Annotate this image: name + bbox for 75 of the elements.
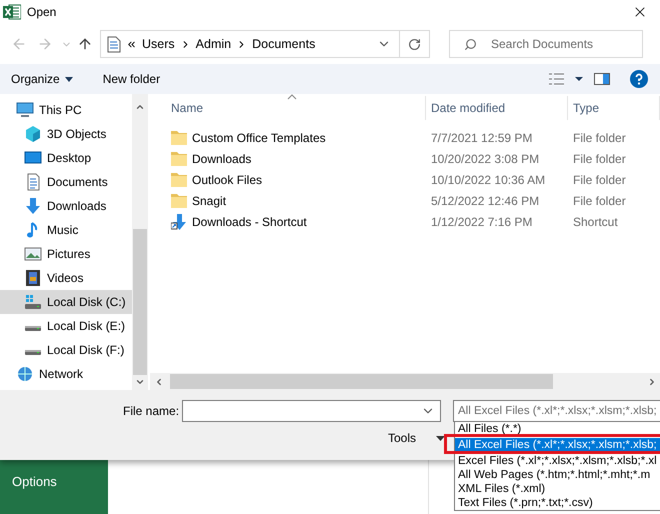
chevrons-icon [126, 38, 137, 50]
file-item[interactable]: Downloads - Shortcut [150, 214, 426, 230]
date-cell-text: 10/20/2022 3:08 PM [430, 152, 540, 166]
refresh-icon [408, 38, 421, 50]
caret-icon [64, 76, 73, 82]
type-cell-text: Shortcut [572, 214, 619, 228]
vertical-scrollbar[interactable] [132, 94, 148, 390]
nav-item[interactable]: Local Disk (C:) [0, 290, 132, 314]
file-type-option[interactable]: All Excel Files (*.xl*;*.xlsx;*.xlsm;*.xlsb; [455, 438, 660, 452]
column-header[interactable]: Date modified [426, 96, 568, 120]
list-view-icon [549, 73, 583, 85]
window-title: Open [27, 5, 58, 19]
film-icon [24, 269, 42, 287]
nav-item[interactable]: 3D Objects [0, 122, 132, 146]
new-folder-button[interactable]: New folder [102, 72, 160, 86]
column-header[interactable]: Type [568, 96, 660, 120]
help-icon [630, 70, 648, 88]
file-item[interactable]: Custom Office Templates [150, 130, 426, 144]
tools-button[interactable]: Tools [388, 431, 448, 445]
horizontal-scrollbar[interactable] [150, 373, 660, 390]
computer-icon [16, 101, 34, 119]
drive-icon [24, 293, 42, 311]
file-item[interactable]: Snagit [150, 194, 426, 208]
pane-icon [594, 73, 610, 85]
nav-item[interactable]: Music [0, 218, 132, 242]
caret-icon [436, 436, 446, 440]
folder-icon [171, 194, 187, 208]
file-item[interactable]: Downloads [150, 152, 426, 166]
date-cell-text: 1/12/2022 7:16 PM [430, 214, 534, 228]
nav-item[interactable]: This PC [0, 98, 132, 122]
cube-icon [24, 125, 42, 143]
type-cell-text: File folder [572, 194, 627, 208]
drive-icon [24, 350, 42, 356]
organize-button[interactable]: Organize [11, 72, 73, 86]
drive-icon [24, 326, 42, 332]
scroll-left-icon [154, 376, 164, 386]
file-name-field[interactable] [182, 400, 441, 422]
breadcrumb[interactable]: Admin [196, 37, 232, 51]
search-icon [464, 38, 477, 50]
column-header[interactable]: Name [150, 96, 426, 120]
nav-item[interactable]: Desktop [0, 146, 132, 170]
nav-item[interactable]: Downloads [0, 194, 132, 218]
file-name-label: File name: [123, 404, 180, 418]
arrow-right-icon [37, 36, 53, 52]
search-field[interactable]: Search Documents [449, 30, 643, 58]
refresh-button[interactable] [400, 30, 430, 58]
spreadsheet-app-icon [3, 4, 21, 20]
nav-item[interactable]: Pictures [0, 242, 132, 266]
shortcut-icon [171, 214, 187, 230]
type-cell-text: File folder [572, 152, 627, 166]
type-cell-text: File folder [572, 130, 627, 144]
nav-item[interactable]: Network [0, 362, 132, 386]
file-item[interactable]: Outlook Files [150, 172, 426, 186]
address-bar[interactable]: Users Admin Documents [100, 30, 400, 58]
scroll-down-icon [135, 377, 145, 387]
image-icon [24, 245, 42, 263]
type-cell-text: File folder [572, 172, 627, 186]
folder-icon [171, 172, 187, 186]
date-cell-text: 10/10/2022 10:36 AM [430, 172, 546, 186]
scroll-up-icon [135, 102, 145, 112]
nav-item[interactable]: Videos [0, 266, 132, 290]
folder-icon [171, 130, 187, 144]
folder-icon [171, 152, 187, 166]
download-arrow-icon [24, 197, 42, 215]
nav-item[interactable]: Documents [0, 170, 132, 194]
nav-item[interactable]: Local Disk (E:) [0, 314, 132, 338]
breadcrumb[interactable]: Documents [252, 37, 316, 51]
nav-item[interactable]: Local Disk (F:) [0, 338, 132, 362]
date-cell-text: 5/12/2022 12:46 PM [430, 194, 540, 208]
scroll-right-icon [647, 376, 657, 386]
globe-icon [16, 365, 34, 383]
document-icon [107, 36, 121, 52]
file-type-dropdown[interactable]: All Excel Files (*.xl*;*.xlsx;*.xlsm;*.xlsb; [453, 400, 660, 422]
date-cell-text: 7/7/2021 12:59 PM [430, 130, 534, 144]
breadcrumb[interactable]: Users [142, 37, 175, 51]
